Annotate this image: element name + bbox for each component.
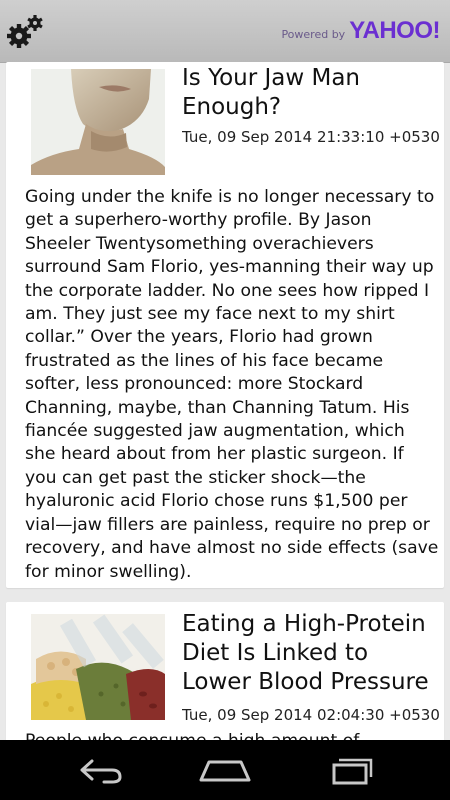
gears-icon[interactable] <box>6 12 46 52</box>
article-title[interactable]: Eating a High-Protein Diet Is Linked to … <box>182 610 440 697</box>
yahoo-logo: YAHOO! <box>349 17 440 44</box>
recent-apps-icon[interactable] <box>320 754 380 786</box>
powered-by-label: Powered by <box>281 28 346 41</box>
article-summary: Going under the knife is no longer neces… <box>25 187 439 582</box>
powered-by-yahoo: Powered by YAHOO! <box>281 17 440 45</box>
article-thumbnail[interactable] <box>31 69 165 175</box>
article-date: Tue, 09 Sep 2014 02:04:30 +0530 <box>182 706 440 724</box>
article-card[interactable]: Is Your Jaw Man Enough? Tue, 09 Sep 2014… <box>6 62 444 588</box>
news-feed[interactable]: Is Your Jaw Man Enough? Tue, 09 Sep 2014… <box>0 62 450 740</box>
app-header: Powered by YAHOO! <box>0 0 450 63</box>
article-card[interactable]: Eating a High-Protein Diet Is Linked to … <box>6 602 444 740</box>
article-date: Tue, 09 Sep 2014 21:33:10 +0530 <box>182 128 440 146</box>
article-title[interactable]: Is Your Jaw Man Enough? <box>182 64 440 122</box>
article-thumbnail[interactable] <box>31 614 165 720</box>
home-icon[interactable] <box>195 754 255 786</box>
system-navigation-bar <box>0 740 450 800</box>
article-summary: People who consume a high amount of <box>25 730 439 740</box>
back-icon[interactable] <box>68 754 128 786</box>
